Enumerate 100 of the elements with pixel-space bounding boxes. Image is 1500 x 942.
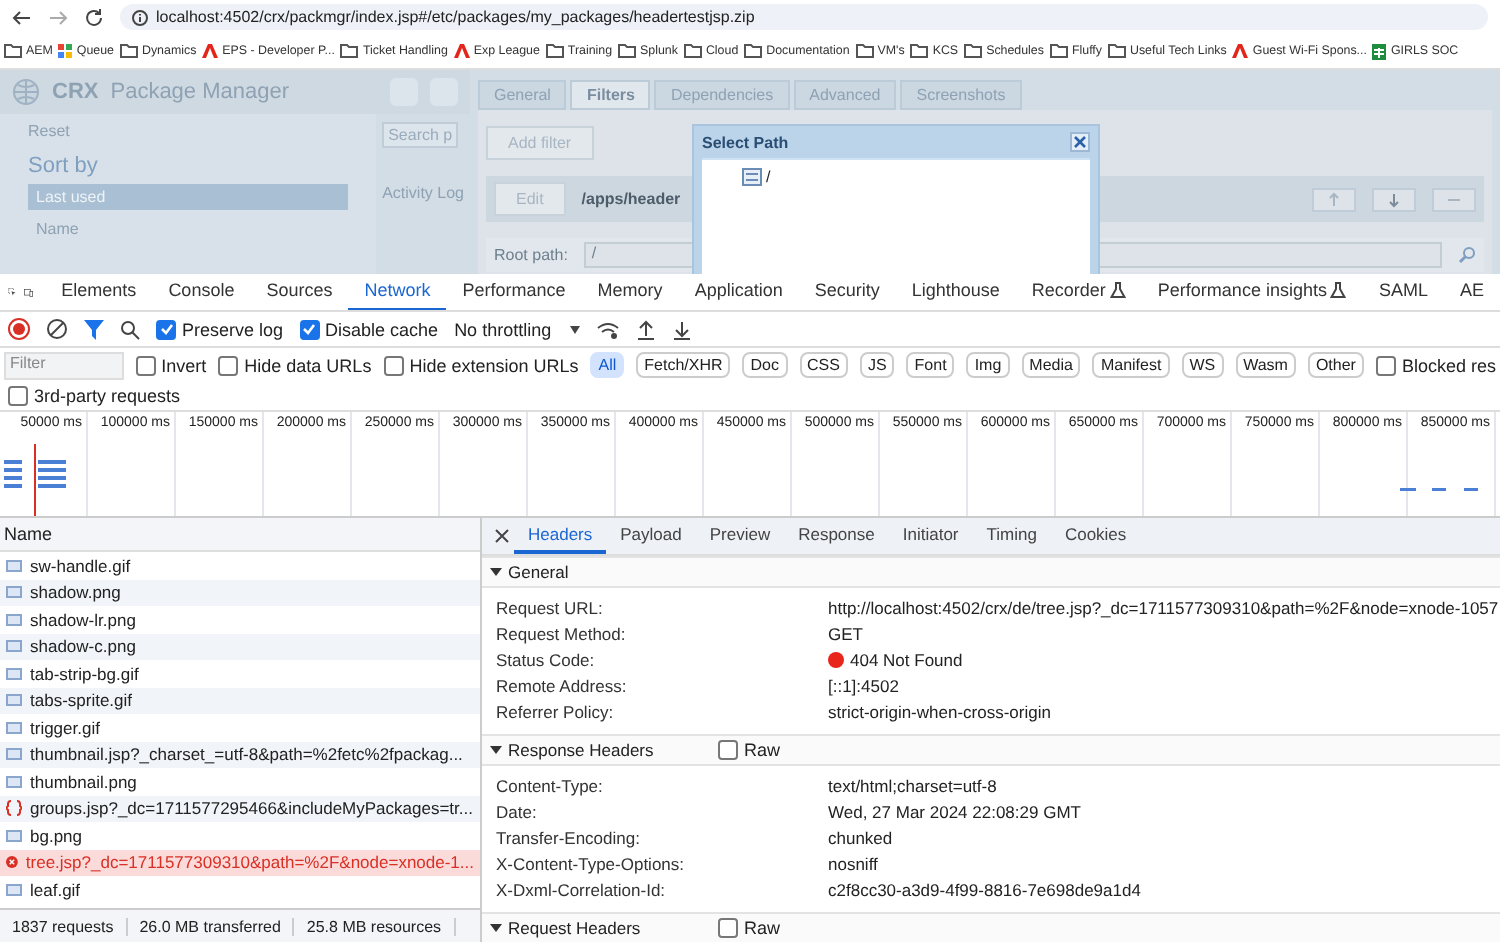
header-name: Referrer Policy: [496,701,616,721]
devtools-tab[interactable]: Performance [446,274,582,310]
header-value: chunked [828,827,893,847]
disable-cache-checkbox[interactable] [299,319,320,339]
app-title: Package Manager [110,80,292,104]
record-icon[interactable] [8,318,30,340]
throttling-dropdown[interactable]: No throttling [454,319,580,339]
clear-icon[interactable] [46,318,68,340]
summary-text: 25.8 MB resources [294,918,456,936]
reload-icon[interactable] [84,7,104,27]
filter-option-checkbox[interactable] [135,355,156,375]
devtools-tab[interactable]: Console [152,274,251,310]
raw-checkbox[interactable] [718,740,738,760]
devtools-tab[interactable]: Sources [250,274,349,310]
checkbox-label: Hide data URLs [244,355,372,375]
grid-icon [58,44,73,58]
type-filter-button[interactable]: Doc [742,352,787,378]
download-icon[interactable] [671,319,692,339]
filter-option-checkbox[interactable] [218,355,239,375]
header-name: X-Content-Type-Options: [496,853,687,873]
request-row[interactable]: groups.jsp?_dc=1711577295466&includeMyPackages=tr... [0,795,480,822]
type-filter-button[interactable]: Fetch/XHR [636,352,731,378]
type-filter-button[interactable]: Wasm [1235,352,1296,378]
header-value: http://localhost:4502/crx/de/tree.jsp?_dc=1711577309310&path=%2F&node=xnode-1057 [828,597,1499,617]
blocked-checkbox[interactable] [1375,355,1396,375]
info-icon [132,9,148,25]
type-filter-button[interactable]: Font [906,352,955,378]
summary-text: 26.0 MB transferred [127,918,295,936]
request-row[interactable]: tree.jsp?_dc=1711577309310&path=%2F&node=xnode-1... [0,849,480,876]
section-header[interactable]: Response Headers [490,740,710,760]
request-row[interactable]: thumbnail.png [0,768,480,795]
close-button[interactable] [1070,132,1090,152]
request-row[interactable]: tabs-sprite.gif [0,687,480,714]
search-icon[interactable] [120,319,140,339]
section-header[interactable]: General [490,562,710,582]
braces-icon [6,800,22,817]
caret-icon [569,325,580,333]
header-name: Request Method: [496,623,628,643]
image-file-icon [6,827,22,844]
type-filter-button[interactable]: Media [1021,352,1081,378]
wifi-settings-icon[interactable] [595,319,620,339]
request-row[interactable]: bg.png [0,822,480,849]
devtools-tab[interactable]: Elements [45,274,153,310]
address-bar[interactable]: localhost:4502/crx/packmgr/index.jsp#/etc/packages/my_packages/headertestjsp.zip [120,4,1488,30]
activity-log-label: Activity Log [382,184,464,202]
type-filter-button[interactable]: JS [859,352,895,378]
folder-icon [683,44,702,58]
checkbox-label: Blocked res [1401,355,1496,375]
tree-node[interactable]: / [766,168,771,186]
type-filter-button[interactable]: CSS [799,352,848,378]
request-row[interactable]: shadow-lr.png [0,606,480,633]
type-filter-button[interactable]: Manifest [1092,352,1170,378]
header-value: strict-origin-when-cross-origin [828,701,1051,721]
devtools-tab[interactable]: Security [798,274,896,310]
detail-tab[interactable]: Preview [695,518,785,554]
folder-icon [1049,44,1068,58]
request-row[interactable]: trigger.gif [0,714,480,741]
filter-option-checkbox[interactable] [383,355,404,375]
devtools-tab[interactable]: Network [348,274,447,310]
detail-tab[interactable]: Payload [606,518,696,554]
devtools-tab[interactable]: Lighthouse [895,274,1016,310]
type-filter-button[interactable]: All [590,352,625,378]
third-party-checkbox[interactable] [8,386,28,406]
globe-icon [12,78,40,106]
upload-icon[interactable] [635,319,656,339]
devtools-tab[interactable]: Recorder [1015,274,1142,310]
close-icon[interactable] [490,524,514,548]
devtools-tab[interactable]: Performance insights [1141,274,1363,310]
type-filter-button[interactable]: WS [1181,352,1224,378]
header-name: Remote Address: [496,675,629,695]
forward-icon[interactable] [48,7,68,27]
header-name: Status Code: [496,649,597,669]
type-filter-button[interactable]: Img [966,352,1010,378]
header-value: Wed, 27 Mar 2024 22:08:29 GMT [828,801,1081,821]
filter-icon[interactable] [84,319,104,339]
devtools-tab[interactable]: Application [678,274,799,310]
request-row[interactable]: sw-handle.gif [0,552,480,579]
sort-heading: Sort by [28,154,100,178]
devtools-tab[interactable]: Memory [581,274,679,310]
preserve-log-checkbox[interactable] [156,319,176,339]
request-row[interactable]: shadow.png [0,579,480,606]
request-row[interactable]: thumbnail.jsp?_charset_=utf-8&path=%2fetc%2fpackag... [0,741,480,768]
section-header[interactable]: Request Headers [490,918,710,938]
devtools-tab[interactable]: AE [1443,274,1500,310]
checkbox-label: Preserve log [182,319,284,339]
detail-tab[interactable]: Initiator [888,518,973,554]
raw-checkbox[interactable] [718,918,738,938]
detail-tab[interactable]: Response [784,518,889,554]
folder-icon [744,44,763,58]
request-row[interactable]: leaf.gif [0,876,480,903]
checkbox-label: Disable cache [325,319,439,339]
type-filter-button[interactable]: Other [1307,352,1364,378]
request-row[interactable]: tab-strip-bg.gif [0,660,480,687]
header-name: Transfer-Encoding: [496,827,642,847]
column-header[interactable]: Name [4,524,53,544]
detail-tab[interactable]: Cookies [1050,518,1141,554]
detail-tab[interactable]: Timing [972,518,1051,554]
devtools-tab[interactable]: SAML [1362,274,1444,310]
back-icon[interactable] [12,7,32,27]
request-row[interactable]: shadow-c.png [0,633,480,660]
